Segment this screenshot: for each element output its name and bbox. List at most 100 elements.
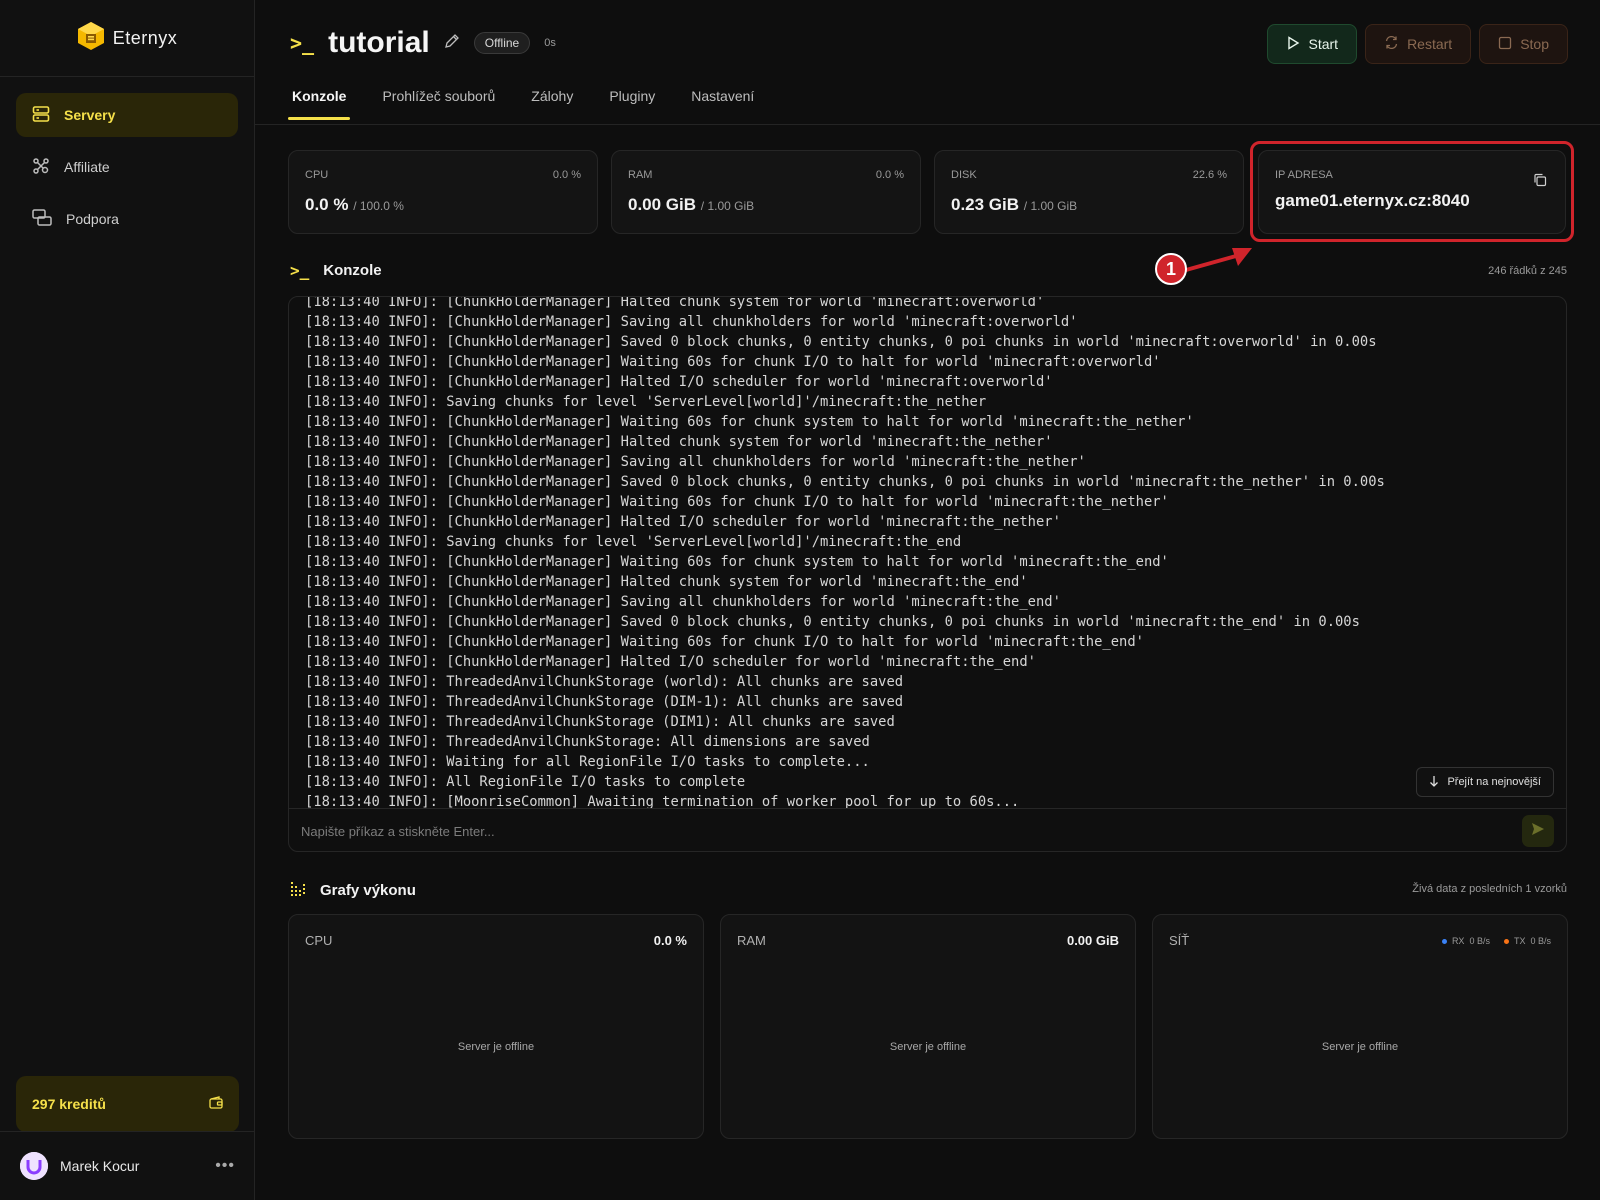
title-row: >_ tutorial Offline 0s xyxy=(290,26,556,60)
graphs-header: Grafy výkonu xyxy=(290,880,416,901)
sidebar-item-label: Affiliate xyxy=(64,159,110,175)
console-line: [18:13:40 INFO]: [ChunkHolderManager] Wa… xyxy=(305,554,1169,570)
network-legend: RX 0 B/s TX 0 B/s xyxy=(1441,936,1551,946)
console-line-count: 246 řádků z 245 xyxy=(1488,265,1567,277)
wallet-icon[interactable] xyxy=(209,1095,223,1113)
graphs-meta: Živá data z posledních 1 vzorků xyxy=(1412,883,1567,895)
user-name: Marek Kocur xyxy=(60,1158,140,1174)
eternyx-logo-icon xyxy=(77,21,105,56)
brand[interactable]: Eternyx xyxy=(0,0,254,77)
main-content: >_ tutorial Offline 0s Start Restart Sto… xyxy=(255,0,1600,1200)
disk-stat-card: DISK 22.6 % 0.23 GiB / 1.00 GiB xyxy=(934,150,1244,234)
graph-value: 0.0 % xyxy=(653,933,687,948)
tab-plugins[interactable]: Pluginy xyxy=(609,88,655,118)
console-title: Konzole xyxy=(323,262,382,279)
console-line: [18:13:40 INFO]: [ChunkHolderManager] Ha… xyxy=(305,654,1036,670)
graphs-title: Grafy výkonu xyxy=(320,882,416,899)
rx-label: RX xyxy=(1451,936,1465,946)
tab-file-browser[interactable]: Prohlížeč souborů xyxy=(382,88,495,118)
stat-label: DISK xyxy=(951,169,977,181)
ram-stat-card: RAM 0.0 % 0.00 GiB / 1.00 GiB xyxy=(611,150,921,234)
stat-current: 0.23 GiB xyxy=(951,195,1020,214)
console-line: [18:13:40 INFO]: [ChunkHolderManager] Ha… xyxy=(305,374,1053,390)
console-output[interactable]: [18:13:40 INFO]: [ChunkHolderManager] Ha… xyxy=(289,297,1566,808)
page-title: tutorial xyxy=(328,26,430,59)
restart-button[interactable]: Restart xyxy=(1365,24,1472,64)
sidebar-item-affiliate[interactable]: Affiliate xyxy=(16,145,238,189)
edit-pencil-icon[interactable] xyxy=(444,33,460,54)
share-nodes-icon xyxy=(32,157,50,178)
stat-max: / 1.00 GiB xyxy=(700,199,755,213)
console-line: [18:13:40 INFO]: ThreadedAnvilChunkStora… xyxy=(305,714,895,730)
terminal-prompt-icon: >_ xyxy=(290,261,310,280)
start-label: Start xyxy=(1308,36,1339,52)
console-line: [18:13:40 INFO]: [ChunkHolderManager] Wa… xyxy=(305,414,1194,430)
chat-bubbles-icon xyxy=(32,208,52,230)
rx-dot-icon xyxy=(1441,938,1447,944)
annotation-arrow-icon xyxy=(1185,248,1252,272)
server-icon xyxy=(32,105,50,126)
annotation-marker: 1 xyxy=(1155,253,1187,285)
console-panel[interactable]: [18:13:40 INFO]: [ChunkHolderManager] Ha… xyxy=(288,296,1567,852)
avatar[interactable] xyxy=(20,1152,48,1180)
sidebar-item-podpora[interactable]: Podpora xyxy=(16,197,238,241)
graph-value: 0.00 GiB xyxy=(1066,933,1119,948)
sidebar-nav: Servery Affiliate Podpora xyxy=(0,77,254,257)
console-line: [18:13:40 INFO]: [ChunkHolderManager] Ha… xyxy=(305,574,1028,590)
graph-empty-state: Server je offline xyxy=(457,1041,535,1053)
tab-backups[interactable]: Zálohy xyxy=(531,88,573,118)
server-actions: Start Restart Stop xyxy=(1267,24,1568,64)
network-graph-card: SÍŤ RX 0 B/s TX 0 B/s Server je offline xyxy=(1152,914,1568,1139)
rx-value: 0 B/s xyxy=(1469,936,1490,946)
stat-value: 0.00 GiB / 1.00 GiB xyxy=(628,195,754,215)
graph-empty-state: Server je offline xyxy=(889,1041,967,1053)
stat-percent: 0.0 % xyxy=(875,169,904,181)
ram-graph-card: RAM 0.00 GiB Server je offline xyxy=(720,914,1136,1139)
legend-tx: TX 0 B/s xyxy=(1503,936,1551,946)
tab-settings[interactable]: Nastavení xyxy=(691,88,754,118)
send-button[interactable] xyxy=(1522,815,1554,847)
stat-percent: 22.6 % xyxy=(1192,169,1227,181)
console-line: [18:13:40 INFO]: [ChunkHolderManager] Ha… xyxy=(305,514,1061,530)
restart-icon xyxy=(1384,35,1399,53)
arrow-down-icon xyxy=(1429,775,1439,790)
console-line: [18:13:40 INFO]: [ChunkHolderManager] Ha… xyxy=(305,434,1053,450)
play-icon xyxy=(1286,35,1300,53)
stat-current: 0.00 GiB xyxy=(628,195,697,214)
legend-rx: RX 0 B/s xyxy=(1441,936,1490,946)
command-input[interactable] xyxy=(301,823,1522,839)
stop-button[interactable]: Stop xyxy=(1479,24,1568,64)
page-header: >_ tutorial Offline 0s Start Restart Sto… xyxy=(255,0,1600,125)
cpu-graph-card: CPU 0.0 % Server je offline xyxy=(288,914,704,1139)
more-options-icon[interactable]: ••• xyxy=(215,1157,235,1175)
console-line: [18:13:40 INFO]: [ChunkHolderManager] Sa… xyxy=(305,334,1377,350)
send-arrow-icon xyxy=(1531,822,1545,841)
console-line: [18:13:40 INFO]: ThreadedAnvilChunkStora… xyxy=(305,674,904,690)
console-line: [18:13:40 INFO]: [ChunkHolderManager] Wa… xyxy=(305,634,1144,650)
sidebar-item-servery[interactable]: Servery xyxy=(16,93,238,137)
start-button[interactable]: Start xyxy=(1267,24,1358,64)
console-lines: [18:13:40 INFO]: [ChunkHolderManager] Ha… xyxy=(305,297,1545,808)
console-line: [18:13:40 INFO]: [ChunkHolderManager] Sa… xyxy=(305,314,1078,330)
stat-value: 0.23 GiB / 1.00 GiB xyxy=(951,195,1077,215)
command-row xyxy=(289,808,1566,851)
sidebar: Eternyx Servery Affiliate Podpora 297 kr… xyxy=(0,0,255,1200)
tx-label: TX xyxy=(1513,936,1526,946)
tab-bar: Konzole Prohlížeč souborů Zálohy Pluginy… xyxy=(287,88,754,120)
terminal-prompt-icon: >_ xyxy=(290,31,315,55)
stop-label: Stop xyxy=(1520,36,1549,52)
annotation-highlight-box xyxy=(1250,141,1574,242)
jump-to-latest-button[interactable]: Přejít na nejnovější xyxy=(1416,767,1554,797)
stat-label: RAM xyxy=(628,169,653,181)
credits-card[interactable]: 297 kreditů xyxy=(16,1076,239,1132)
stat-max: / 1.00 GiB xyxy=(1023,199,1078,213)
tab-konzole[interactable]: Konzole xyxy=(287,88,351,120)
jump-label: Přejít na nejnovější xyxy=(1447,776,1541,788)
console-header: >_ Konzole xyxy=(290,261,382,280)
console-line: [18:13:40 INFO]: [MoonriseCommon] Awaiti… xyxy=(305,794,1020,808)
console-line: [18:13:40 INFO]: [ChunkHolderManager] Sa… xyxy=(305,594,1061,610)
uptime: 0s xyxy=(544,37,556,49)
user-bar[interactable]: Marek Kocur ••• xyxy=(0,1131,255,1200)
graph-label: RAM xyxy=(737,933,766,948)
console-line: [18:13:40 INFO]: [ChunkHolderManager] Wa… xyxy=(305,494,1169,510)
